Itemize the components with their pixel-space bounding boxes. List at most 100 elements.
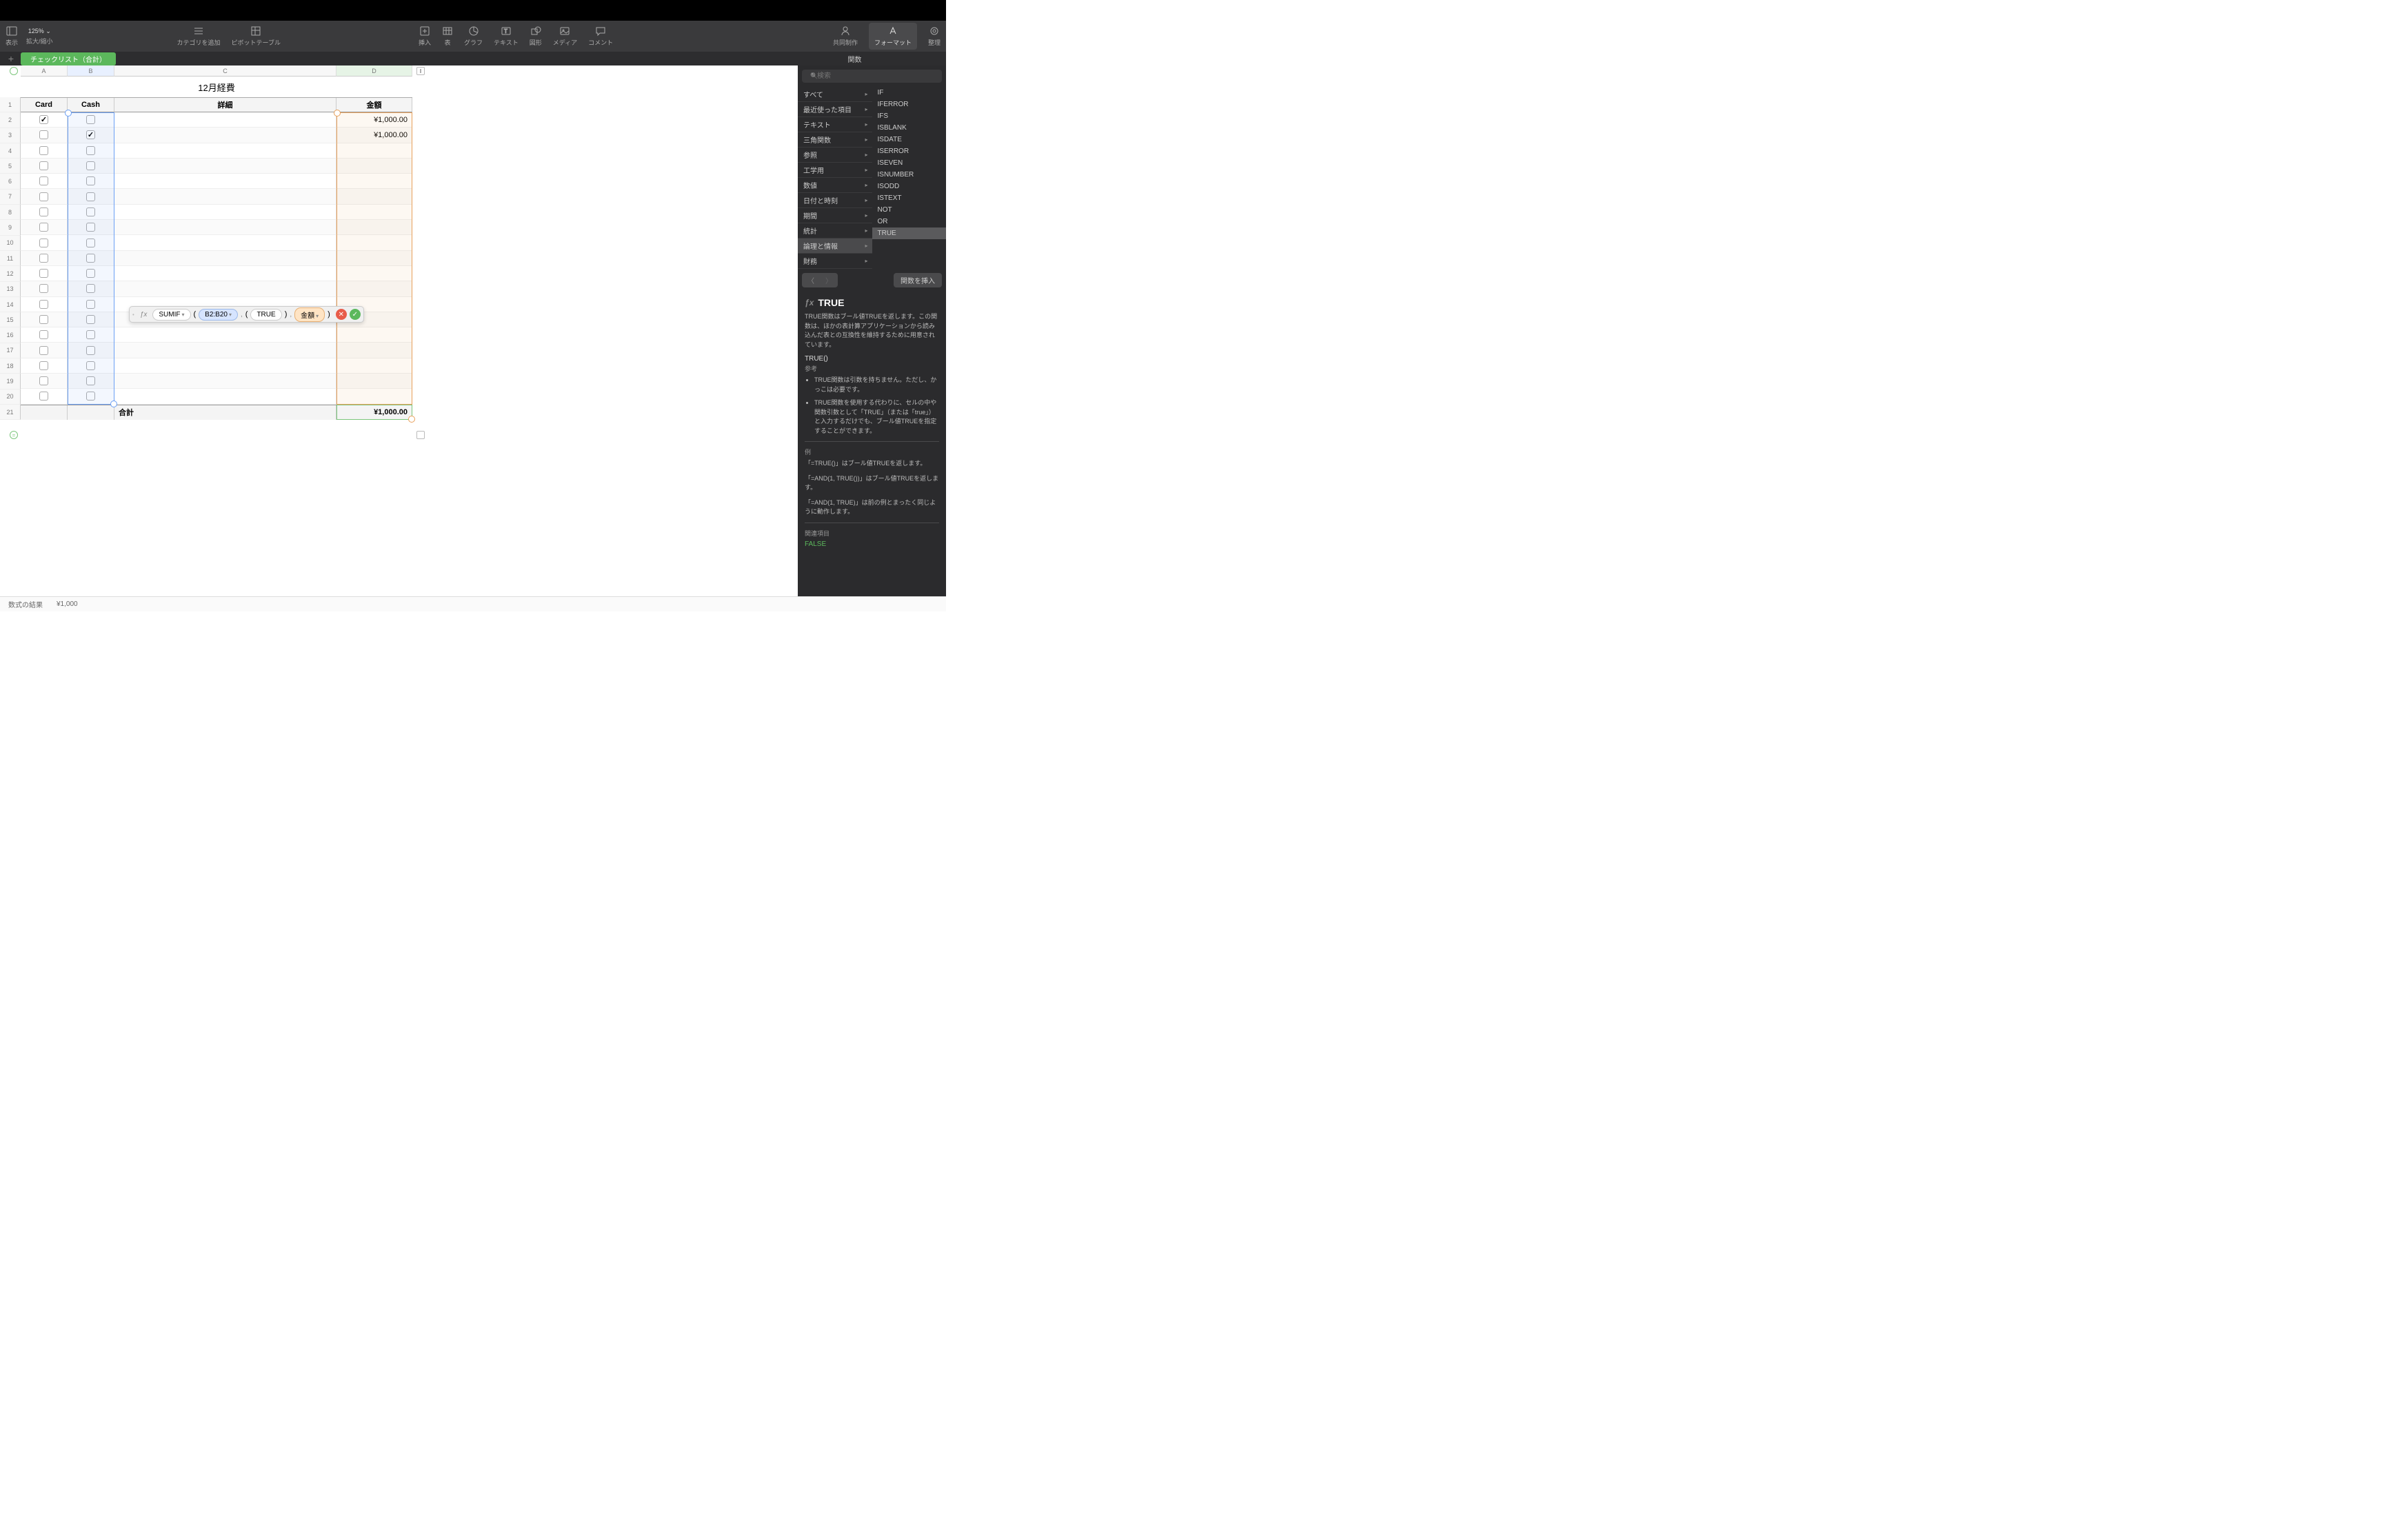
row-header-18[interactable]: 18 [0,358,21,374]
cell-card[interactable] [21,159,68,174]
function-item[interactable]: IFS [872,110,947,122]
cell-amount[interactable]: ¥1,000.00 [336,112,412,128]
cell-detail[interactable] [114,112,336,128]
cell-amount[interactable] [336,343,412,358]
footer-cell[interactable] [68,405,114,420]
formula-accept-button[interactable]: ✓ [350,309,361,320]
checkbox[interactable] [39,346,48,355]
function-item[interactable]: ISERROR [872,145,947,157]
cell-detail[interactable] [114,205,336,220]
collab-button[interactable]: 共同制作 [833,26,858,47]
formula-editor[interactable]: • ƒx SUMIF▾ ( B2:B20▾ , ( TRUE ) , 金額▾ )… [129,306,364,323]
cell-detail[interactable] [114,189,336,204]
cell-detail[interactable] [114,174,336,189]
row-header-21[interactable]: 21 [0,405,21,420]
cell-card[interactable] [21,189,68,204]
cell-cash[interactable] [68,389,114,404]
function-item[interactable]: ISTEXT [872,192,947,204]
cell-detail[interactable] [114,128,336,143]
cell-card[interactable] [21,143,68,159]
checkbox[interactable] [86,239,95,247]
cell-cash[interactable] [68,220,114,235]
checkbox[interactable] [86,300,95,309]
row-header-15[interactable]: 15 [0,312,21,327]
zoom-select[interactable]: 125% ⌄ 拡大/縮小 [26,28,53,45]
category-item[interactable]: 三角関数▸ [798,132,872,148]
function-item[interactable]: IF [872,87,947,99]
category-item[interactable]: テキスト▸ [798,117,872,132]
row-header-5[interactable]: 5 [0,159,21,174]
checkbox[interactable] [39,161,48,170]
cell-detail[interactable] [114,281,336,296]
cell-amount[interactable] [336,220,412,235]
cell-cash[interactable] [68,327,114,343]
comment-button[interactable]: コメント [588,26,613,47]
checkbox[interactable] [86,207,95,216]
checkbox[interactable] [39,192,48,201]
add-sheet-button[interactable]: + [4,53,18,64]
insert-function-button[interactable]: 関数を挿入 [894,273,942,287]
cell-card[interactable] [21,205,68,220]
insert-button[interactable]: 挿入 [419,26,431,47]
cell-cash[interactable] [68,266,114,281]
category-item[interactable]: 財務▸ [798,254,872,269]
checkbox[interactable] [39,115,48,124]
function-item[interactable]: IFERROR [872,99,947,110]
checkbox[interactable] [86,392,95,401]
cell-detail[interactable] [114,220,336,235]
checkbox[interactable] [86,269,95,278]
add-column-handle[interactable]: ‖ [416,67,425,75]
cell-cash[interactable] [68,159,114,174]
header-amount[interactable]: 金額 [336,98,412,112]
cell-amount[interactable] [336,205,412,220]
cell-detail[interactable] [114,266,336,281]
formula-cancel-button[interactable]: ✕ [336,309,347,320]
row-header-16[interactable]: 16 [0,327,21,343]
cell-card[interactable] [21,281,68,296]
row-header-12[interactable]: 12 [0,266,21,281]
checkbox[interactable] [86,315,95,324]
checkbox[interactable] [86,376,95,385]
row-header-19[interactable]: 19 [0,374,21,389]
formula-token-cond[interactable]: TRUE [250,309,281,321]
checkbox[interactable] [39,223,48,232]
formula-token-range[interactable]: B2:B20▾ [199,309,238,321]
add-row-handle[interactable]: = [10,431,18,439]
row-header-10[interactable]: 10 [0,236,21,251]
checkbox[interactable] [86,223,95,232]
function-item[interactable]: OR [872,216,947,227]
cell-amount[interactable] [336,174,412,189]
footer-cell[interactable] [21,405,68,420]
row-header-11[interactable]: 11 [0,251,21,266]
cell-amount[interactable] [336,251,412,266]
header-cash[interactable]: Cash [68,98,114,112]
format-button[interactable]: フォーマット [869,23,917,50]
sheet-tab[interactable]: チェックリスト（合計） [21,52,116,65]
checkbox[interactable] [86,330,95,339]
category-item[interactable]: 論理と情報▸ [798,239,872,254]
organize-button[interactable]: 整理 [928,26,941,47]
checkbox[interactable] [86,130,95,139]
cell-cash[interactable] [68,297,114,312]
cell-card[interactable] [21,220,68,235]
cell-cash[interactable] [68,312,114,327]
text-button[interactable]: Tテキスト [494,26,519,47]
row-header-20[interactable]: 20 [0,389,21,405]
checkbox[interactable] [39,207,48,216]
checkbox[interactable] [39,239,48,247]
cell-card[interactable] [21,251,68,266]
checkbox[interactable] [39,130,48,139]
row-header-3[interactable]: 3 [0,128,21,143]
shape-button[interactable]: 図形 [530,26,542,47]
cell-card[interactable] [21,389,68,404]
search-input[interactable] [802,70,942,83]
checkbox[interactable] [86,176,95,185]
cell-card[interactable] [21,358,68,374]
row-header-17[interactable]: 17 [0,343,21,358]
category-item[interactable]: 最近使った項目▸ [798,102,872,117]
cell-detail[interactable] [114,358,336,374]
cell-card[interactable] [21,343,68,358]
checkbox[interactable] [86,192,95,201]
cell-detail[interactable] [114,374,336,389]
cell-amount[interactable] [336,281,412,296]
